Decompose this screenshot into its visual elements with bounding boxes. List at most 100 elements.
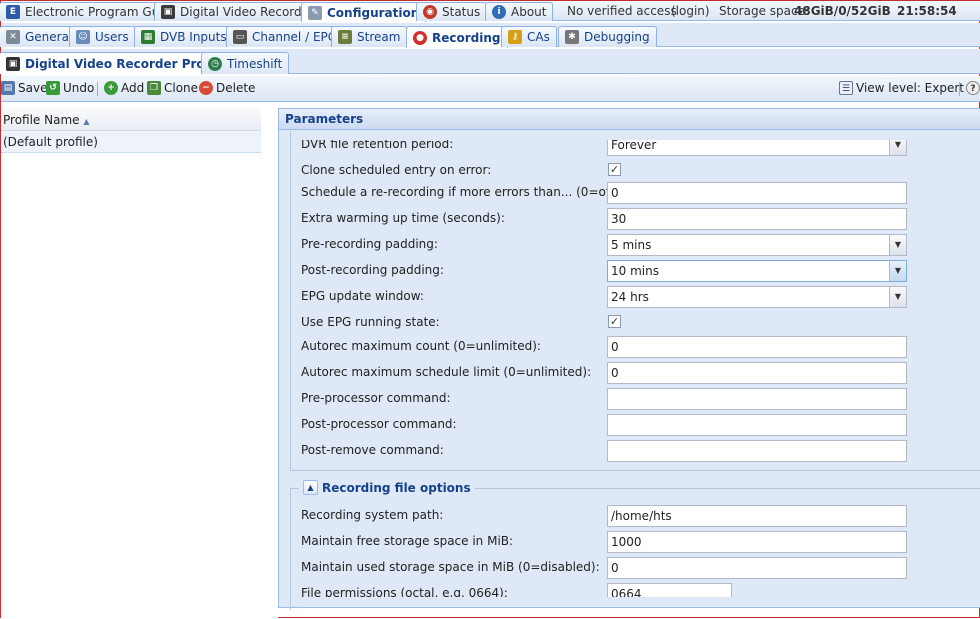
clone-on-error-checkbox[interactable]: ✓ [608, 163, 621, 176]
add-label: Add [121, 81, 145, 95]
tab-configuration[interactable]: ✎ Configuration [301, 2, 427, 22]
toolbar-separator [97, 82, 98, 96]
tab-debugging[interactable]: ✱ Debugging [558, 26, 657, 47]
post-padding-select[interactable]: 10 mins ▼ [607, 260, 907, 282]
view-level-label: View level: Expert [856, 81, 965, 95]
save-button[interactable]: ▤ Save [1, 81, 47, 95]
select-value: Forever [611, 138, 657, 152]
add-icon: + [104, 81, 118, 95]
form-row: Recording system path: /home/hts [301, 505, 980, 527]
select-value: 24 hrs [611, 290, 649, 304]
toolbar-separator [959, 82, 960, 96]
tab-label: Channel / EPG [252, 30, 338, 44]
chevron-down-icon: ▼ [889, 140, 906, 155]
field-label: Autorec maximum schedule limit (0=unlimi… [301, 365, 592, 379]
collapse-toggle-icon[interactable]: ▲ [303, 480, 318, 495]
panel-splitter[interactable] [261, 108, 278, 619]
clock-icon: ◷ [208, 56, 222, 71]
help-icon: ? [966, 81, 980, 95]
pre-padding-select[interactable]: 5 mins ▼ [607, 234, 907, 256]
retention-period-select[interactable]: Forever ▼ [607, 138, 907, 156]
tab-about[interactable]: i About [485, 2, 554, 21]
undo-button[interactable]: ↺ Undo [46, 81, 94, 95]
post-processor-input[interactable] [607, 414, 907, 436]
eye-icon: ◉ [423, 5, 437, 19]
tab-label: Digital Video Recorder [180, 5, 314, 19]
tab-dvr[interactable]: ▣ Digital Video Recorder [154, 2, 321, 21]
tab-label: General [25, 30, 73, 44]
general-fieldset: DVR file retention period: Forever ▼ Clo… [290, 131, 980, 471]
form-row: Maintain free storage space in MiB: 1000 [301, 531, 980, 553]
field-label: Schedule a re-recording if more errors t… [301, 185, 623, 199]
tab-label: About [511, 5, 547, 19]
field-label: Post-processor command: [301, 417, 457, 431]
chevron-down-icon: ▼ [889, 235, 906, 255]
access-status: No verified access [567, 4, 677, 18]
tab-timeshift[interactable]: ◷ Timeshift [201, 52, 290, 74]
warmup-time-input[interactable]: 30 [607, 208, 907, 230]
select-value: 10 mins [611, 264, 659, 278]
epg-window-select[interactable]: 24 hrs ▼ [607, 286, 907, 308]
field-label: EPG update window: [301, 289, 424, 303]
form-row: Maintain used storage space in MiB (0=di… [301, 557, 980, 579]
used-storage-input[interactable]: 0 [607, 557, 907, 579]
free-storage-input[interactable]: 1000 [607, 531, 907, 553]
file-permissions-input[interactable]: 0664 [607, 583, 732, 597]
recording-sub-tab-bar: ▣ Digital Video Recorder Profiles ◷ Time… [0, 49, 980, 74]
field-label: Pre-processor command: [301, 391, 451, 405]
chevron-down-icon: ▼ [889, 287, 906, 307]
field-label: Use EPG running state: [301, 315, 440, 329]
tab-label: Stream [357, 30, 401, 44]
tv-icon: ▭ [233, 30, 247, 44]
undo-icon: ↺ [46, 81, 60, 95]
form-row: Pre-recording padding: 5 mins ▼ [301, 234, 980, 256]
tab-label: Timeshift [227, 56, 283, 71]
tab-cas[interactable]: ⚷ CAs [501, 26, 557, 47]
tab-users[interactable]: ☺ Users [69, 26, 136, 47]
tab-label: DVB Inputs [160, 30, 227, 44]
dvr-profile-icon: ▣ [6, 56, 20, 71]
autorec-max-count-input[interactable]: 0 [607, 336, 907, 358]
recording-path-input[interactable]: /home/hts [607, 505, 907, 527]
clone-label: Clone [164, 81, 199, 95]
field-label: Pre-recording padding: [301, 237, 438, 251]
users-icon: ☺ [76, 30, 90, 44]
bug-icon: ✱ [565, 30, 579, 44]
tab-label: Users [95, 30, 129, 44]
help-button[interactable]: ? [966, 81, 980, 95]
tab-channel-epg[interactable]: ▭ Channel / EPG [226, 26, 345, 47]
tab-dvb-inputs[interactable]: ▦ DVB Inputs [134, 26, 234, 47]
tab-status[interactable]: ◉ Status [416, 2, 488, 21]
rerecord-errors-input[interactable]: 0 [607, 182, 907, 204]
config-tab-bar: ✕ General ☺ Users ▦ DVB Inputs ▭ Channel… [0, 23, 980, 48]
clone-icon: ❐ [147, 81, 161, 95]
delete-button[interactable]: − Delete [199, 81, 255, 95]
form-row: DVR file retention period: Forever ▼ [301, 138, 980, 156]
add-button[interactable]: + Add [104, 81, 144, 95]
table-row[interactable]: (Default profile) [1, 131, 261, 153]
profile-name-cell: (Default profile) [3, 135, 98, 149]
clock: 21:58:54 [897, 4, 957, 18]
clone-button[interactable]: ❐ Clone [147, 81, 198, 95]
save-label: Save [18, 81, 48, 95]
tab-general[interactable]: ✕ General [0, 26, 80, 47]
form-row: Post-remove command: [301, 440, 980, 462]
delete-icon: − [199, 81, 213, 95]
post-remove-input[interactable] [607, 440, 907, 462]
field-label: Extra warming up time (seconds): [301, 211, 505, 225]
profile-name-column-header[interactable]: Profile Name ▲ [1, 108, 261, 131]
tab-stream[interactable]: ≡ Stream [331, 26, 408, 47]
login-link[interactable]: (login) [671, 4, 710, 18]
list-icon: ☰ [839, 81, 853, 95]
wrench-icon: ✎ [308, 5, 322, 20]
autorec-schedule-limit-input[interactable]: 0 [607, 362, 907, 384]
tab-recording[interactable]: ● Recording [406, 26, 508, 48]
form-row: Post-recording padding: 10 mins ▼ [301, 260, 980, 282]
view-level-dropdown[interactable]: ☰ View level: Expert ▼ [839, 81, 973, 95]
fieldset-legend: ▲ Recording file options [299, 480, 475, 495]
form-row: EPG update window: 24 hrs ▼ [301, 286, 980, 308]
save-icon: ▤ [1, 81, 15, 95]
epg-running-state-checkbox[interactable]: ✓ [608, 315, 621, 328]
pre-processor-input[interactable] [607, 388, 907, 410]
form-row: Autorec maximum count (0=unlimited): 0 [301, 336, 980, 358]
